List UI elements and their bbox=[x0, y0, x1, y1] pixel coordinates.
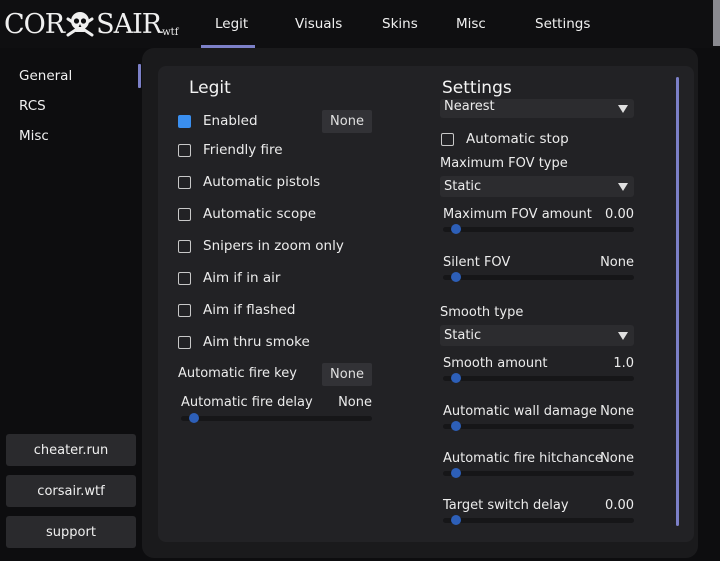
aim-if-flashed-label: Aim if flashed bbox=[203, 302, 296, 318]
fire-hitchance-slider[interactable] bbox=[443, 468, 634, 478]
target-switch-delay-slider[interactable] bbox=[443, 515, 634, 525]
corsair-wtf-button[interactable]: corsair.wtf bbox=[6, 475, 136, 507]
max-fov-amount-value: 0.00 bbox=[605, 207, 634, 222]
panel-scrollbar[interactable] bbox=[676, 77, 679, 526]
snipers-zoom-row[interactable]: Snipers in zoom only bbox=[178, 238, 344, 254]
automatic-fire-key-label: Automatic fire key bbox=[178, 366, 297, 381]
snipers-zoom-label: Snipers in zoom only bbox=[203, 238, 344, 254]
automatic-fire-delay-value: None bbox=[338, 395, 372, 410]
aim-in-air-row[interactable]: Aim if in air bbox=[178, 270, 280, 286]
silent-fov-value: None bbox=[600, 255, 634, 270]
max-fov-amount-slider[interactable] bbox=[443, 224, 634, 234]
automatic-stop-checkbox[interactable] bbox=[441, 132, 454, 146]
fire-hitchance-value: None bbox=[600, 451, 634, 466]
support-button[interactable]: support bbox=[6, 516, 136, 548]
automatic-pistols-row[interactable]: Automatic pistols bbox=[178, 174, 320, 190]
aim-in-air-label: Aim if in air bbox=[203, 270, 281, 286]
tab-visuals[interactable]: Visuals bbox=[295, 16, 342, 32]
sidebar-item-general[interactable]: General bbox=[19, 68, 72, 84]
dropdown-value: Static bbox=[444, 328, 482, 343]
smooth-type-label: Smooth type bbox=[440, 305, 524, 320]
target-switch-delay-value: 0.00 bbox=[605, 498, 634, 513]
aim-in-air-checkbox[interactable] bbox=[178, 271, 191, 285]
snipers-zoom-checkbox[interactable] bbox=[178, 239, 191, 253]
automatic-fire-delay-label: Automatic fire delay bbox=[181, 395, 313, 410]
sidebar-active-indicator bbox=[138, 64, 141, 88]
logo-text-right: SAIR bbox=[96, 8, 162, 40]
sidebar-item-misc[interactable]: Misc bbox=[19, 128, 49, 144]
target-select-dropdown[interactable]: Nearest bbox=[440, 99, 634, 118]
cheater-run-button[interactable]: cheater.run bbox=[6, 434, 136, 466]
target-switch-delay-label: Target switch delay bbox=[443, 498, 569, 513]
smooth-amount-label: Smooth amount bbox=[443, 356, 548, 371]
window-scrollbar[interactable] bbox=[713, 0, 720, 46]
automatic-scope-checkbox[interactable] bbox=[178, 207, 191, 221]
automatic-pistols-label: Automatic pistols bbox=[203, 174, 321, 190]
aim-thru-smoke-label: Aim thru smoke bbox=[203, 334, 310, 350]
chevron-down-icon bbox=[618, 105, 628, 113]
wall-damage-value: None bbox=[600, 404, 634, 419]
slider-thumb[interactable] bbox=[451, 373, 461, 383]
dropdown-value: Nearest bbox=[444, 99, 495, 114]
logo-tld: wtf bbox=[162, 27, 179, 38]
slider-thumb[interactable] bbox=[451, 468, 461, 478]
skull-crossbones-icon bbox=[66, 12, 94, 37]
friendly-fire-row[interactable]: Friendly fire bbox=[178, 142, 283, 158]
enabled-keybind[interactable]: None bbox=[322, 110, 372, 133]
chevron-down-icon bbox=[618, 332, 628, 340]
automatic-fire-delay-slider[interactable] bbox=[181, 413, 372, 423]
aim-if-flashed-row[interactable]: Aim if flashed bbox=[178, 302, 295, 318]
aim-thru-smoke-checkbox[interactable] bbox=[178, 335, 191, 349]
legit-section-title: Legit bbox=[189, 78, 231, 98]
automatic-scope-label: Automatic scope bbox=[203, 206, 317, 222]
slider-thumb[interactable] bbox=[189, 413, 199, 423]
aim-if-flashed-checkbox[interactable] bbox=[178, 303, 191, 317]
slider-thumb[interactable] bbox=[451, 272, 461, 282]
enabled-checkbox[interactable] bbox=[178, 114, 191, 128]
automatic-stop-label: Automatic stop bbox=[466, 131, 569, 147]
settings-section-title: Settings bbox=[442, 78, 512, 98]
tab-settings[interactable]: Settings bbox=[535, 16, 590, 32]
sidebar-item-rcs[interactable]: RCS bbox=[19, 98, 46, 114]
slider-thumb[interactable] bbox=[451, 515, 461, 525]
enabled-label: Enabled bbox=[203, 113, 258, 129]
smooth-amount-slider[interactable] bbox=[443, 373, 634, 383]
max-fov-type-dropdown[interactable]: Static bbox=[440, 176, 634, 197]
automatic-scope-row[interactable]: Automatic scope bbox=[178, 206, 316, 222]
slider-thumb[interactable] bbox=[451, 224, 461, 234]
slider-thumb[interactable] bbox=[451, 421, 461, 431]
max-fov-amount-label: Maximum FOV amount bbox=[443, 207, 592, 222]
chevron-down-icon bbox=[618, 183, 628, 191]
automatic-pistols-checkbox[interactable] bbox=[178, 175, 191, 189]
tab-misc[interactable]: Misc bbox=[456, 16, 486, 32]
friendly-fire-checkbox[interactable] bbox=[178, 143, 191, 157]
dropdown-value: Static bbox=[444, 179, 482, 194]
smooth-type-dropdown[interactable]: Static bbox=[440, 325, 634, 346]
tab-skins[interactable]: Skins bbox=[382, 16, 418, 32]
automatic-stop-row[interactable]: Automatic stop bbox=[441, 131, 569, 147]
silent-fov-slider[interactable] bbox=[443, 272, 634, 282]
wall-damage-slider[interactable] bbox=[443, 421, 634, 431]
friendly-fire-label: Friendly fire bbox=[203, 142, 283, 158]
corsair-logo: COR SAIR wtf bbox=[4, 6, 178, 42]
silent-fov-label: Silent FOV bbox=[443, 255, 511, 270]
aim-thru-smoke-row[interactable]: Aim thru smoke bbox=[178, 334, 310, 350]
enabled-checkbox-row[interactable]: Enabled bbox=[178, 113, 258, 129]
logo-text-left: COR bbox=[4, 8, 65, 40]
tab-legit[interactable]: Legit bbox=[215, 16, 248, 32]
max-fov-type-label: Maximum FOV type bbox=[440, 156, 568, 171]
smooth-amount-value: 1.0 bbox=[613, 356, 634, 371]
automatic-fire-keybind[interactable]: None bbox=[322, 363, 372, 386]
